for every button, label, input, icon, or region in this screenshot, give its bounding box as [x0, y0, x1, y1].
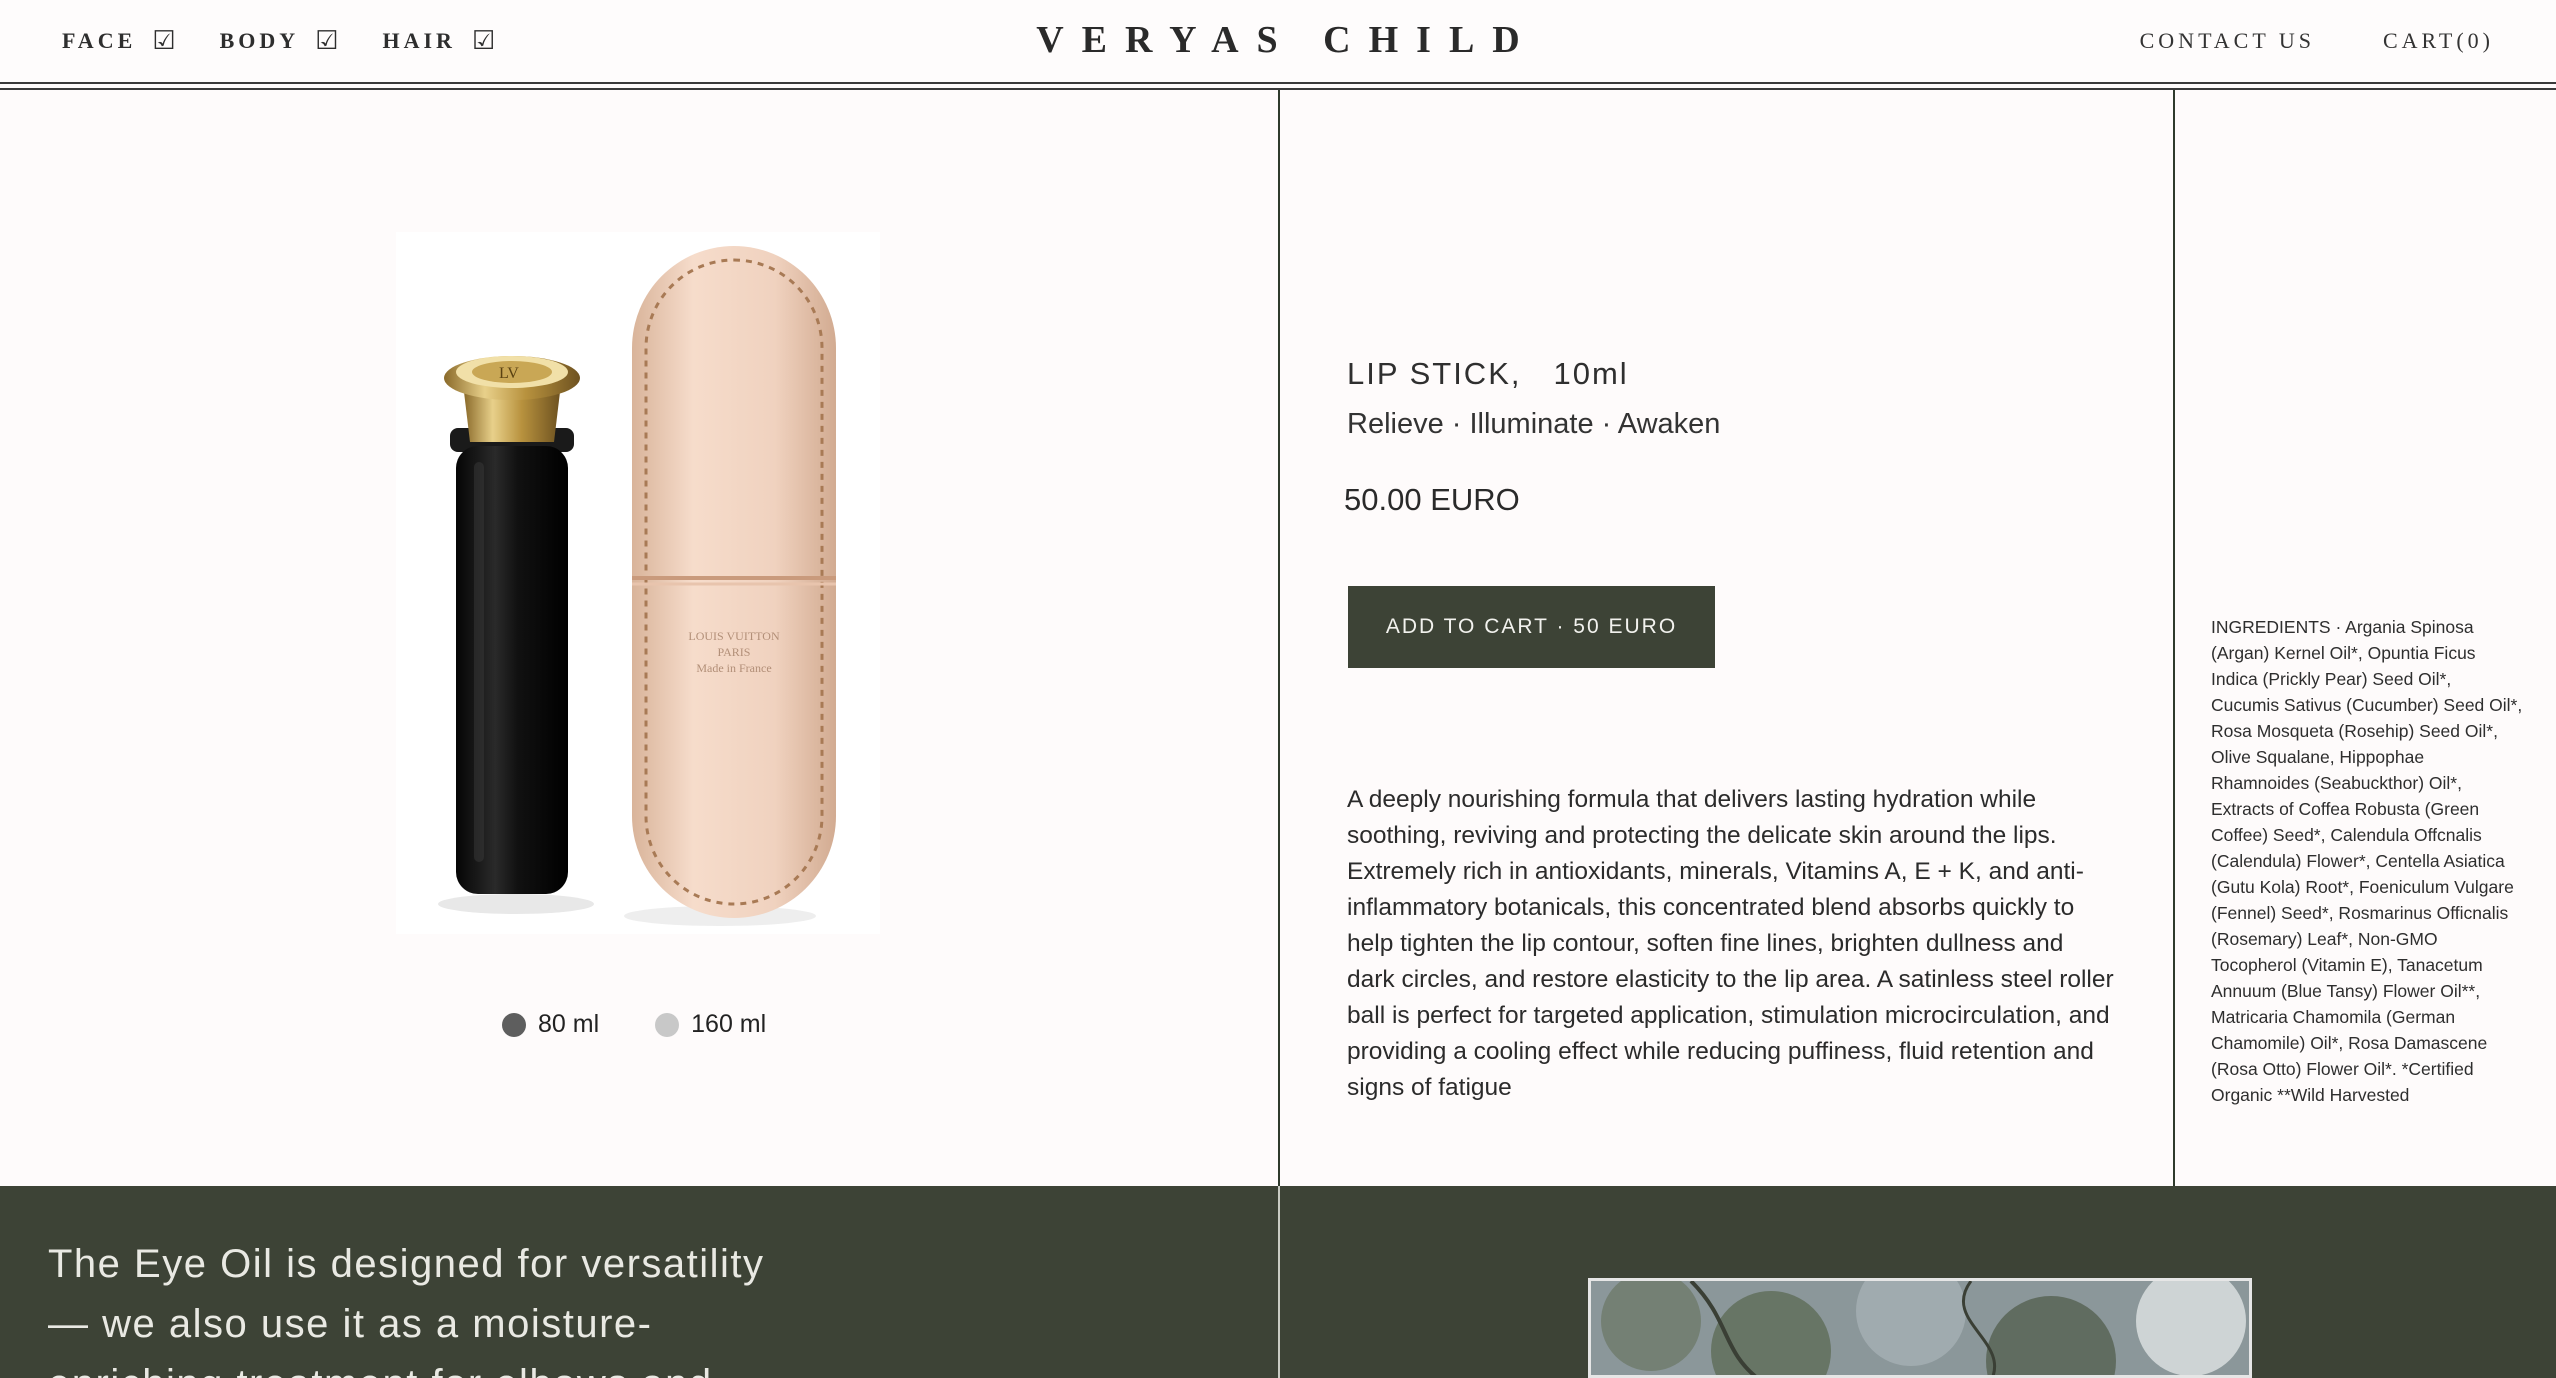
svg-text:PARIS: PARIS — [718, 645, 751, 659]
promo-photo — [1588, 1278, 2252, 1378]
radio-selected-icon[interactable] — [502, 1012, 526, 1037]
product-volume: 10ml — [1553, 356, 1629, 391]
ingredients-list: INGREDIENTS · Argania Spinosa (Argan) Ke… — [2211, 617, 2523, 1105]
header-divider — [0, 82, 2556, 84]
site-header: FACE ☑ BODY ☑ HAIR ☑ VERYAS CHILD CONTAC… — [0, 0, 2556, 84]
product-image: LV LOUIS VUITTON PARIS Made in France — [396, 232, 880, 934]
product-description: A deeply nourishing formula that deliver… — [1347, 786, 2114, 1101]
utility-nav: CONTACT US CART(0) — [2140, 28, 2494, 54]
svg-text:Made in France: Made in France — [696, 661, 771, 675]
radio-unselected-icon[interactable] — [655, 1012, 680, 1037]
size-option-80ml[interactable]: 80 ml — [502, 1010, 599, 1039]
add-to-cart-button[interactable]: ADD TO CART · 50 EURO — [1348, 586, 1715, 668]
product-tagline: Relieve · Illuminate · Awaken — [1347, 408, 1721, 440]
product-name: LIP STICK, — [1347, 356, 1522, 391]
promo-divider — [1278, 1186, 1280, 1378]
column-divider — [2173, 90, 2175, 1186]
cart-link[interactable]: CART(0) — [2383, 28, 2494, 54]
size-selector: 80 ml 160 ml — [502, 1010, 766, 1039]
promo-text: The Eye Oil is designed for versatility … — [48, 1242, 765, 1378]
svg-text:LV: LV — [499, 365, 519, 382]
contact-link[interactable]: CONTACT US — [2140, 28, 2315, 54]
product-price: 50.00 EURO — [1344, 482, 1520, 517]
size-label: 160 ml — [691, 1010, 767, 1038]
lipstick-and-case-photo: LV LOUIS VUITTON PARIS Made in France — [438, 246, 836, 926]
column-divider — [1278, 90, 1280, 1378]
size-option-160ml[interactable]: 160 ml — [655, 1010, 766, 1039]
size-label: 80 ml — [538, 1010, 600, 1038]
svg-text:LOUIS VUITTON: LOUIS VUITTON — [688, 629, 780, 643]
product-title: LIP STICK, 10ml — [1347, 356, 1629, 392]
outdoor-trees-photo — [1591, 1281, 2249, 1375]
